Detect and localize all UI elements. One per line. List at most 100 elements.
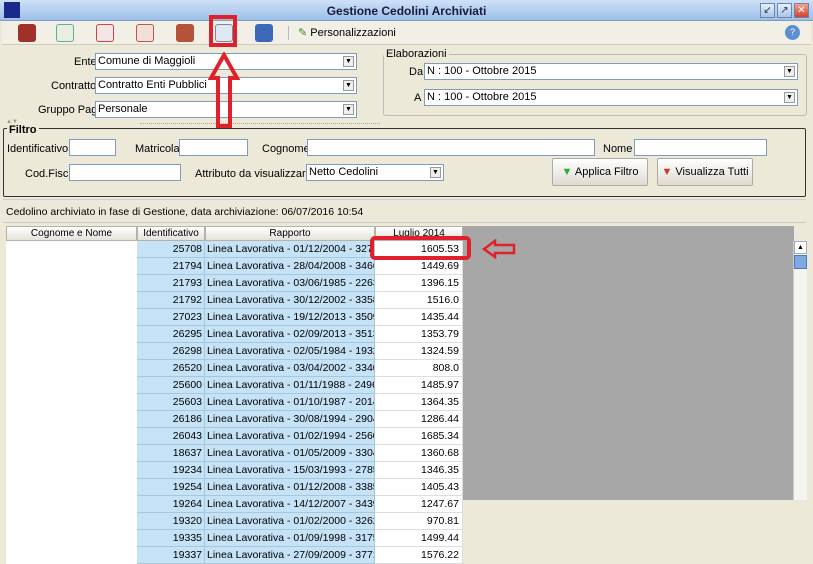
cell-identificativo[interactable]: 26043	[137, 428, 205, 445]
cell-identificativo[interactable]: 26186	[137, 411, 205, 428]
cell-cognome[interactable]	[6, 326, 137, 343]
identificativo-input[interactable]	[69, 139, 116, 156]
cognome-input[interactable]	[307, 139, 595, 156]
cell-cognome[interactable]	[6, 513, 137, 530]
cell-rapporto[interactable]: Linea Lavorativa - 01/10/1987 - 20149	[205, 394, 375, 411]
da-select[interactable]: N : 100 - Ottobre 2015 ▼	[424, 63, 798, 80]
cell-cognome[interactable]	[6, 275, 137, 292]
codfisc-input[interactable]	[69, 164, 181, 181]
cell-identificativo[interactable]: 25603	[137, 394, 205, 411]
cell-luglio-2014[interactable]: 1286.44	[375, 411, 463, 428]
cell-luglio-2014[interactable]: 1435.44	[375, 309, 463, 326]
cell-identificativo[interactable]: 25708	[137, 241, 205, 258]
cell-rapporto[interactable]: Linea Lavorativa - 03/06/1985 - 22632	[205, 275, 375, 292]
column-header-cognome[interactable]: Cognome e Nome	[6, 226, 137, 241]
delete-document-icon[interactable]	[136, 24, 154, 42]
table-row[interactable]: 19234 Linea Lavorativa - 15/03/1993 - 278…	[6, 462, 463, 479]
vertical-scrollbar[interactable]: ▲	[793, 241, 807, 500]
cell-rapporto[interactable]: Linea Lavorativa - 02/05/1984 - 19326	[205, 343, 375, 360]
cell-luglio-2014[interactable]: 1576.22	[375, 547, 463, 564]
cell-identificativo[interactable]: 19254	[137, 479, 205, 496]
cell-identificativo[interactable]: 25600	[137, 377, 205, 394]
export-icon[interactable]	[96, 24, 114, 42]
cell-identificativo[interactable]: 19264	[137, 496, 205, 513]
cell-identificativo[interactable]: 19337	[137, 547, 205, 564]
cell-rapporto[interactable]: Linea Lavorativa - 30/12/2002 - 33587	[205, 292, 375, 309]
cell-identificativo[interactable]: 26298	[137, 343, 205, 360]
table-row[interactable]: 21794 Linea Lavorativa - 28/04/2008 - 346…	[6, 258, 463, 275]
cell-rapporto[interactable]: Linea Lavorativa - 01/11/1988 - 24965	[205, 377, 375, 394]
cell-luglio-2014[interactable]: 1405.43	[375, 479, 463, 496]
cell-luglio-2014[interactable]: 1353.79	[375, 326, 463, 343]
table-row[interactable]: 26298 Linea Lavorativa - 02/05/1984 - 193…	[6, 343, 463, 360]
cell-luglio-2014[interactable]: 1516.0	[375, 292, 463, 309]
archive-icon[interactable]	[18, 24, 36, 42]
cell-cognome[interactable]	[6, 241, 137, 258]
table-row[interactable]: 26186 Linea Lavorativa - 30/08/1994 - 290…	[6, 411, 463, 428]
cell-rapporto[interactable]: Linea Lavorativa - 01/12/2004 - 32708	[205, 241, 375, 258]
personalizzazioni-button[interactable]: ✎ Personalizzazioni	[298, 26, 396, 39]
cell-luglio-2014[interactable]: 808.0	[375, 360, 463, 377]
table-row[interactable]: 25603 Linea Lavorativa - 01/10/1987 - 201…	[6, 394, 463, 411]
column-header-rapporto[interactable]: Rapporto	[205, 226, 375, 241]
cell-identificativo[interactable]: 21793	[137, 275, 205, 292]
cell-rapporto[interactable]: Linea Lavorativa - 01/02/1994 - 25608	[205, 428, 375, 445]
cell-rapporto[interactable]: Linea Lavorativa - 28/04/2008 - 34661	[205, 258, 375, 275]
matricola-input[interactable]	[179, 139, 248, 156]
table-row[interactable]: 21792 Linea Lavorativa - 30/12/2002 - 335…	[6, 292, 463, 309]
cell-rapporto[interactable]: Linea Lavorativa - 01/12/2008 - 33853	[205, 479, 375, 496]
cell-rapporto[interactable]: Linea Lavorativa - 14/12/2007 - 34398	[205, 496, 375, 513]
column-header-identificativo[interactable]: Identificativo	[137, 226, 205, 241]
table-row[interactable]: 21793 Linea Lavorativa - 03/06/1985 - 226…	[6, 275, 463, 292]
cell-luglio-2014[interactable]: 1346.35	[375, 462, 463, 479]
scroll-up-icon[interactable]: ▲	[794, 241, 807, 254]
cell-cognome[interactable]	[6, 292, 137, 309]
cell-luglio-2014[interactable]: 1449.69	[375, 258, 463, 275]
cell-rapporto[interactable]: Linea Lavorativa - 01/09/1998 - 31759	[205, 530, 375, 547]
cell-identificativo[interactable]: 19320	[137, 513, 205, 530]
maximize-button[interactable]: ↗	[777, 3, 792, 18]
cell-identificativo[interactable]: 21792	[137, 292, 205, 309]
table-row[interactable]: 19320 Linea Lavorativa - 01/02/2000 - 326…	[6, 513, 463, 530]
a-select[interactable]: N : 100 - Ottobre 2015 ▼	[424, 89, 798, 106]
archive-delete-icon[interactable]	[176, 24, 194, 42]
cell-identificativo[interactable]: 21794	[137, 258, 205, 275]
cell-identificativo[interactable]: 26295	[137, 326, 205, 343]
table-row[interactable]: 26295 Linea Lavorativa - 02/09/2013 - 351…	[6, 326, 463, 343]
close-button[interactable]: ✕	[794, 3, 809, 18]
cell-luglio-2014[interactable]: 1247.67	[375, 496, 463, 513]
cell-cognome[interactable]	[6, 530, 137, 547]
cell-cognome[interactable]	[6, 258, 137, 275]
cell-luglio-2014[interactable]: 1324.59	[375, 343, 463, 360]
cell-cognome[interactable]	[6, 445, 137, 462]
cell-identificativo[interactable]: 19234	[137, 462, 205, 479]
table-row[interactable]: 19337 Linea Lavorativa - 27/09/2009 - 377…	[6, 547, 463, 564]
cell-rapporto[interactable]: Linea Lavorativa - 01/02/2000 - 32628	[205, 513, 375, 530]
attributo-select[interactable]: Netto Cedolini ▼	[306, 164, 444, 181]
table-row[interactable]: 26520 Linea Lavorativa - 03/04/2002 - 334…	[6, 360, 463, 377]
cell-cognome[interactable]	[6, 547, 137, 564]
cell-luglio-2014[interactable]: 1396.15	[375, 275, 463, 292]
help-icon[interactable]: ?	[785, 25, 800, 40]
minimize-button[interactable]: ↙	[760, 3, 775, 18]
table-row[interactable]: 19254 Linea Lavorativa - 01/12/2008 - 338…	[6, 479, 463, 496]
splitter[interactable]	[140, 123, 380, 124]
nome-input[interactable]	[634, 139, 767, 156]
table-row[interactable]: 26043 Linea Lavorativa - 01/02/1994 - 256…	[6, 428, 463, 445]
cell-cognome[interactable]	[6, 394, 137, 411]
cell-luglio-2014[interactable]: 1485.97	[375, 377, 463, 394]
cell-identificativo[interactable]: 18637	[137, 445, 205, 462]
table-row[interactable]: 19264 Linea Lavorativa - 14/12/2007 - 343…	[6, 496, 463, 513]
cell-rapporto[interactable]: Linea Lavorativa - 02/09/2013 - 35139	[205, 326, 375, 343]
cell-rapporto[interactable]: Linea Lavorativa - 03/04/2002 - 33401	[205, 360, 375, 377]
table-row[interactable]: 18637 Linea Lavorativa - 01/05/2009 - 330…	[6, 445, 463, 462]
cell-identificativo[interactable]: 26520	[137, 360, 205, 377]
table-row[interactable]: 27023 Linea Lavorativa - 19/12/2013 - 350…	[6, 309, 463, 326]
cell-luglio-2014[interactable]: 970.81	[375, 513, 463, 530]
scroll-thumb[interactable]	[794, 255, 807, 269]
import-icon[interactable]	[56, 24, 74, 42]
cell-cognome[interactable]	[6, 309, 137, 326]
applica-filtro-button[interactable]: ▼ Applica Filtro	[552, 158, 648, 186]
cell-identificativo[interactable]: 19335	[137, 530, 205, 547]
cell-luglio-2014[interactable]: 1685.34	[375, 428, 463, 445]
